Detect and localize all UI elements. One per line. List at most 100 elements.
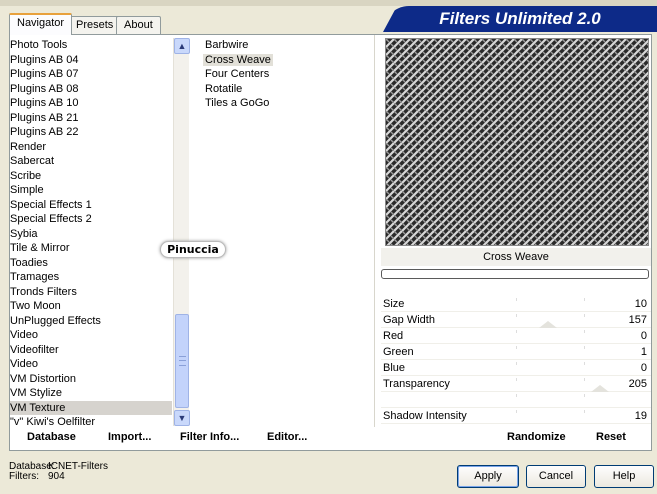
param-row[interactable]: Transparency 205 bbox=[381, 376, 651, 392]
slider-tick bbox=[584, 298, 585, 301]
filter-item[interactable]: Tiles a GoGo bbox=[205, 96, 375, 111]
category-item[interactable]: Videofilter bbox=[10, 343, 172, 358]
category-item[interactable]: "v" Kiwi's Oelfilter bbox=[10, 415, 172, 426]
slider-tick bbox=[584, 378, 585, 381]
category-label: VM Texture bbox=[10, 401, 66, 414]
category-label: Sybia bbox=[10, 227, 38, 240]
category-label: Photo Tools bbox=[10, 39, 68, 51]
param-row[interactable] bbox=[381, 392, 651, 408]
editor-button[interactable]: Editor... bbox=[267, 431, 307, 443]
chevron-up-icon[interactable]: ▲ bbox=[174, 38, 190, 54]
slider-marker[interactable] bbox=[539, 321, 557, 328]
filters-count: 904 bbox=[48, 471, 65, 482]
tab-navigator[interactable]: Navigator bbox=[9, 13, 73, 35]
filter-item[interactable]: Rotatile bbox=[205, 82, 375, 97]
slider-tick bbox=[516, 410, 517, 413]
param-label: Green bbox=[383, 346, 414, 358]
param-value: 10 bbox=[634, 298, 647, 310]
filter-label: Cross Weave bbox=[203, 53, 273, 66]
import-button[interactable]: Import... bbox=[108, 431, 151, 443]
param-row[interactable]: Size 10 bbox=[381, 296, 651, 312]
category-item[interactable]: Photo Tools bbox=[10, 38, 172, 53]
category-label: Video bbox=[10, 329, 38, 341]
slider-tick bbox=[584, 346, 585, 349]
filter-list[interactable]: Barbwire Cross Weave Four Centers Rotatile T… bbox=[203, 38, 375, 111]
category-label: Toadies bbox=[10, 256, 48, 269]
tab-presets[interactable]: Presets bbox=[68, 16, 122, 35]
filter-label: Rotatile bbox=[205, 82, 243, 95]
category-label: Tile & Mirror bbox=[10, 242, 70, 254]
database-button[interactable]: Database bbox=[27, 431, 76, 443]
filter-info-button[interactable]: Filter Info... bbox=[180, 431, 239, 443]
slider-tick bbox=[516, 298, 517, 301]
reset-button[interactable]: Reset bbox=[596, 431, 626, 443]
category-label: Special Effects 1 bbox=[10, 198, 92, 211]
filter-name-label: Cross Weave bbox=[381, 248, 651, 266]
category-label: Video bbox=[10, 358, 38, 370]
status-info: Database:ICNET-Filters Filters: 904 bbox=[9, 462, 108, 482]
help-button[interactable]: Help bbox=[594, 465, 654, 488]
category-item[interactable]: Plugins AB 07 bbox=[10, 67, 172, 82]
filter-item[interactable]: Cross Weave bbox=[203, 53, 375, 68]
param-row[interactable]: Shadow Intensity 19 bbox=[381, 408, 651, 424]
category-item[interactable]: Special Effects 1 bbox=[10, 198, 172, 213]
filters-label: Filters: bbox=[9, 471, 39, 482]
param-label: Blue bbox=[383, 362, 406, 374]
param-row[interactable]: Red 0 bbox=[381, 328, 651, 344]
param-label: Red bbox=[383, 330, 404, 342]
tab-about[interactable]: About bbox=[116, 16, 161, 35]
filter-label: Tiles a GoGo bbox=[205, 97, 270, 109]
category-label: Scribe bbox=[10, 169, 42, 182]
category-item[interactable]: VM Texture bbox=[10, 400, 172, 415]
apply-button[interactable]: Apply bbox=[457, 465, 519, 488]
param-value: 1 bbox=[640, 346, 647, 358]
filter-preview bbox=[385, 38, 649, 246]
category-item[interactable]: Plugins AB 21 bbox=[10, 111, 172, 126]
slider-tick bbox=[516, 394, 517, 397]
param-value: 157 bbox=[628, 314, 647, 326]
progress-bar bbox=[381, 269, 649, 279]
category-item[interactable]: Simple bbox=[10, 183, 172, 198]
category-label: "v" Kiwi's Oelfilter bbox=[10, 416, 96, 426]
category-item[interactable]: UnPlugged Effects bbox=[10, 314, 172, 329]
param-row[interactable]: Gap Width 157 bbox=[381, 312, 651, 328]
param-value: 19 bbox=[634, 410, 647, 422]
category-item[interactable]: Plugins AB 10 bbox=[10, 96, 172, 111]
category-item[interactable]: Render bbox=[10, 140, 172, 155]
param-value: 205 bbox=[628, 378, 647, 390]
category-item[interactable]: Video bbox=[10, 357, 172, 372]
slider-marker[interactable] bbox=[591, 385, 609, 392]
category-label: Videofilter bbox=[10, 343, 59, 356]
category-item[interactable]: Two Moon bbox=[10, 299, 172, 314]
category-item[interactable]: VM Distortion bbox=[10, 372, 172, 387]
category-item[interactable]: Tile & Mirror bbox=[10, 241, 172, 256]
category-item[interactable]: Plugins AB 04 bbox=[10, 53, 172, 68]
bottom-button-row: Database Import... Filter Info... Editor… bbox=[10, 427, 651, 449]
category-item[interactable]: Special Effects 2 bbox=[10, 212, 172, 227]
category-item[interactable]: Video bbox=[10, 328, 172, 343]
category-label: Plugins AB 07 bbox=[10, 68, 79, 80]
category-item[interactable]: Plugins AB 08 bbox=[10, 82, 172, 97]
scrollbar-thumb[interactable] bbox=[175, 314, 189, 408]
category-list[interactable]: Photo Tools Plugins AB 04 Plugins AB 07 Plu… bbox=[10, 38, 172, 426]
category-item[interactable]: Tronds Filters bbox=[10, 285, 172, 300]
category-label: Two Moon bbox=[10, 300, 61, 312]
category-item[interactable]: Toadies bbox=[10, 256, 172, 271]
chevron-down-icon[interactable]: ▼ bbox=[174, 410, 190, 426]
randomize-button[interactable]: Randomize bbox=[507, 431, 566, 443]
param-row[interactable]: Blue 0 bbox=[381, 360, 651, 376]
filter-item[interactable]: Barbwire bbox=[205, 38, 375, 53]
param-label: Gap Width bbox=[383, 314, 435, 326]
category-item[interactable]: Plugins AB 22 bbox=[10, 125, 172, 140]
category-item[interactable]: Sybia bbox=[10, 227, 172, 242]
category-scrollbar[interactable]: ▲ ▼ bbox=[173, 38, 190, 426]
param-row[interactable]: Green 1 bbox=[381, 344, 651, 360]
category-item[interactable]: Scribe bbox=[10, 169, 172, 184]
filter-label: Barbwire bbox=[205, 39, 249, 51]
filter-item[interactable]: Four Centers bbox=[205, 67, 375, 82]
category-item[interactable]: Tramages bbox=[10, 270, 172, 285]
category-item[interactable]: VM Stylize bbox=[10, 386, 172, 401]
cancel-button[interactable]: Cancel bbox=[526, 465, 586, 488]
category-item[interactable]: Sabercat bbox=[10, 154, 172, 169]
category-label: VM Distortion bbox=[10, 372, 77, 385]
